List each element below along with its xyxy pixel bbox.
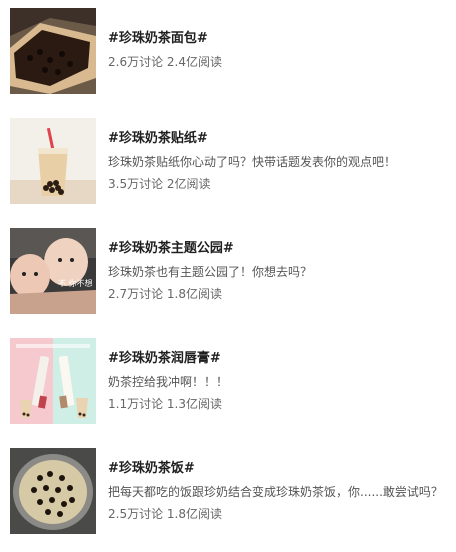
lip-balm-image xyxy=(10,338,96,424)
topic-description: 珍珠奶茶也有主题公园了！你想去吗？ xyxy=(108,265,313,279)
topic-title[interactable]: #珍珠奶茶主题公园# xyxy=(108,240,448,258)
topic-item-milk-tea-bread[interactable]: #珍珠奶茶面包# 2.6万讨论 2.4亿阅读 xyxy=(0,8,456,100)
topic-thumbnail-bread[interactable] xyxy=(10,8,96,94)
topic-stats: 1.1万讨论 1.3亿阅读 xyxy=(108,397,222,411)
topic-description: 奶茶控给我冲啊！！！ xyxy=(108,375,229,389)
topic-stats: 2.6万讨论 2.4亿阅读 xyxy=(108,55,222,69)
baby-meme-image: 不 你不想 xyxy=(10,228,96,314)
milk-tea-cup-image xyxy=(10,118,96,204)
bread-image xyxy=(10,8,96,94)
topic-title[interactable]: #珍珠奶茶面包# xyxy=(108,30,448,48)
thumb-caption: 不 你不想 xyxy=(58,278,93,288)
topic-item-milk-tea-theme-park[interactable]: 不 你不想 #珍珠奶茶主题公园# 珍珠奶茶也有主题公园了！你想去吗？ 2.7万讨… xyxy=(0,228,456,320)
topic-title[interactable]: #珍珠奶茶润唇膏# xyxy=(108,350,448,368)
topic-title[interactable]: #珍珠奶茶饭# xyxy=(108,460,448,478)
topic-item-milk-tea-lip-balm[interactable]: #珍珠奶茶润唇膏# 奶茶控给我冲啊！！！ 1.1万讨论 1.3亿阅读 xyxy=(0,338,456,430)
topic-title[interactable]: #珍珠奶茶贴纸# xyxy=(108,130,448,148)
topic-thumbnail-sticker[interactable] xyxy=(10,118,96,204)
topic-description: 把每天都吃的饭跟珍奶结合变成珍珠奶茶饭，你......敢尝试吗？ xyxy=(108,485,443,499)
topic-thumbnail-rice[interactable] xyxy=(10,448,96,534)
topic-stats: 2.7万讨论 1.8亿阅读 xyxy=(108,287,222,301)
topic-item-milk-tea-rice[interactable]: #珍珠奶茶饭# 把每天都吃的饭跟珍奶结合变成珍珠奶茶饭，你......敢尝试吗？… xyxy=(0,448,456,540)
topic-thumbnail-theme-park[interactable]: 不 你不想 xyxy=(10,228,96,314)
rice-cooker-image xyxy=(10,448,96,534)
topic-stats: 3.5万讨论 2亿阅读 xyxy=(108,177,211,191)
topic-item-milk-tea-sticker[interactable]: #珍珠奶茶贴纸# 珍珠奶茶贴纸你心动了吗？快带话题发表你的观点吧！ 3.5万讨论… xyxy=(0,118,456,210)
topic-thumbnail-lip-balm[interactable] xyxy=(10,338,96,424)
topic-stats: 2.5万讨论 1.8亿阅读 xyxy=(108,507,222,521)
topic-list: #珍珠奶茶面包# 2.6万讨论 2.4亿阅读 #珍珠奶茶贴纸# 珍珠奶茶贴纸你心… xyxy=(0,0,456,552)
topic-description: 珍珠奶茶贴纸你心动了吗？快带话题发表你的观点吧！ xyxy=(108,155,397,169)
